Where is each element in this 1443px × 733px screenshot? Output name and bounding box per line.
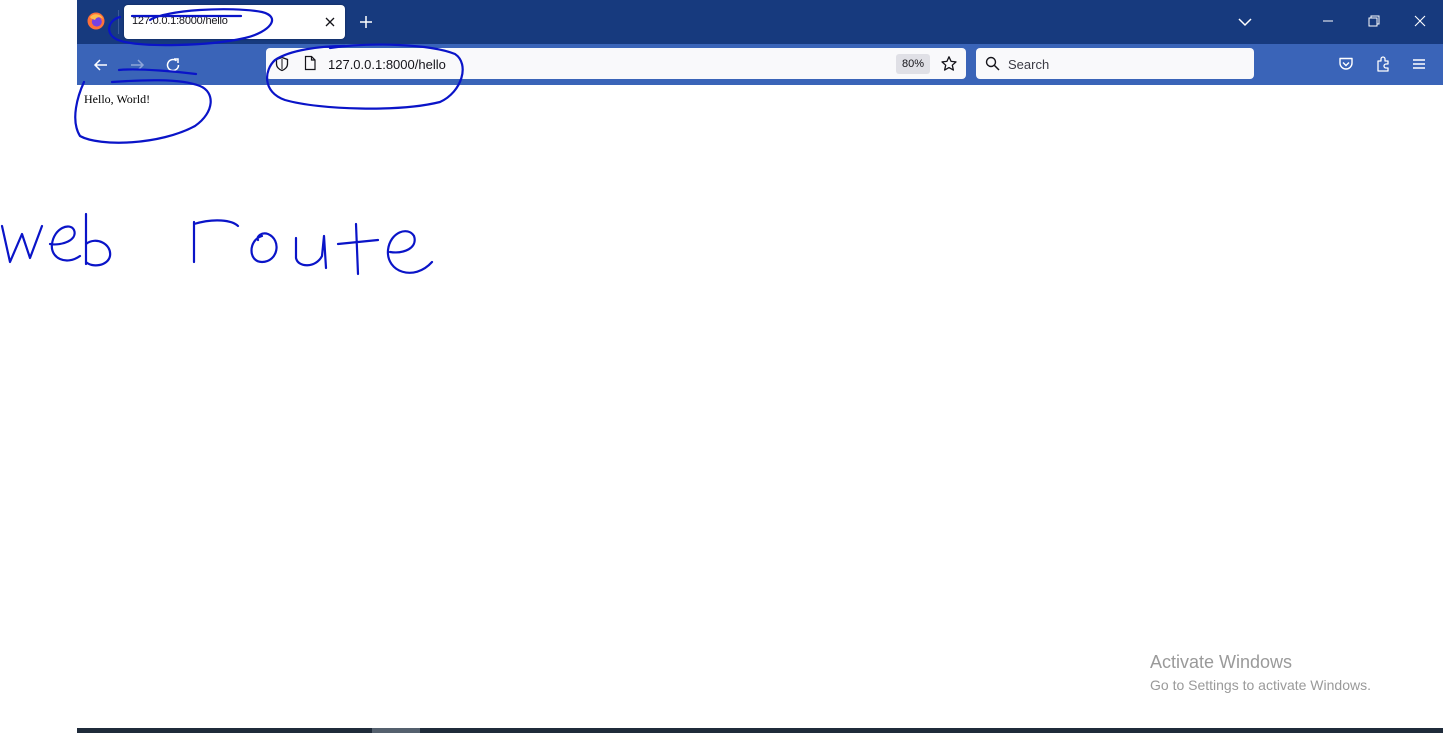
window-close-icon[interactable] <box>1413 14 1427 28</box>
tab-separator <box>118 10 119 34</box>
handwritten-annotation <box>0 8 464 276</box>
windows-activation-watermark: Activate Windows Go to Settings to activ… <box>1150 652 1371 693</box>
zoom-indicator[interactable]: 80% <box>896 54 931 74</box>
handwriting-u <box>294 234 328 270</box>
tab-title: 127.0.0.1:8000/hello <box>132 15 228 27</box>
search-icon <box>985 56 1000 71</box>
url-text[interactable]: 127.0.0.1:8000/hello <box>328 57 446 72</box>
reload-icon[interactable] <box>164 56 182 74</box>
taskbar-item[interactable] <box>372 728 420 733</box>
tab-active[interactable]: 127.0.0.1:8000/hello <box>124 5 345 39</box>
handwriting-b <box>84 212 112 267</box>
handwriting-o <box>250 232 278 264</box>
tab-strip: 127.0.0.1:8000/hello <box>77 0 1443 44</box>
navigation-toolbar: 127.0.0.1:8000/hello 80% <box>77 44 1443 85</box>
star-icon[interactable] <box>940 55 958 73</box>
close-icon[interactable] <box>323 15 337 29</box>
handwriting-t <box>336 222 380 276</box>
text-circle-stroke <box>74 79 212 144</box>
chevron-down-icon[interactable] <box>1237 14 1253 30</box>
back-arrow-icon[interactable] <box>92 56 110 74</box>
firefox-icon[interactable] <box>87 12 105 30</box>
minimize-icon[interactable] <box>1321 14 1335 28</box>
page-icon[interactable] <box>302 55 318 71</box>
page-body-text: Hello, World! <box>84 92 151 106</box>
menu-icon[interactable] <box>1410 55 1428 73</box>
watermark-subtitle: Go to Settings to activate Windows. <box>1150 677 1371 693</box>
extensions-icon[interactable] <box>1374 55 1392 73</box>
handwriting-r <box>192 219 240 264</box>
restore-icon[interactable] <box>1367 14 1381 28</box>
search-input[interactable] <box>1006 52 1250 76</box>
forward-arrow-icon[interactable] <box>128 56 146 74</box>
search-bar[interactable] <box>976 48 1254 79</box>
pocket-icon[interactable] <box>1337 55 1355 73</box>
plus-icon[interactable] <box>358 14 374 30</box>
address-bar[interactable]: 127.0.0.1:8000/hello 80% <box>266 48 966 79</box>
watermark-title: Activate Windows <box>1150 652 1293 672</box>
handwriting-e2 <box>386 230 434 274</box>
taskbar <box>77 728 1443 733</box>
shield-icon[interactable] <box>274 56 290 72</box>
desktop-margin <box>0 0 77 733</box>
